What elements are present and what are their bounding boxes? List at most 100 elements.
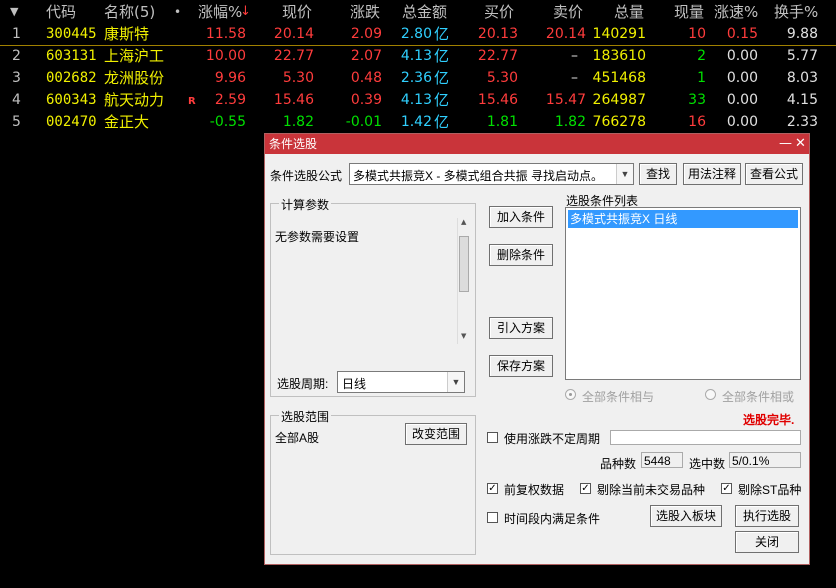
to-block-button[interactable]: 选股入板块 xyxy=(650,505,722,527)
price: 20.14 xyxy=(273,26,314,42)
exclude-st-checkbox[interactable]: ✓ xyxy=(721,483,732,494)
minimize-icon[interactable]: — xyxy=(779,134,792,154)
period-select[interactable]: 日线 ▼ xyxy=(337,371,465,393)
count-value-field: 5448 xyxy=(641,452,683,468)
cur-volume: 2 xyxy=(697,48,706,64)
change-range-button[interactable]: 改变范围 xyxy=(405,423,467,445)
change-pct: 10.00 xyxy=(205,48,246,64)
exclude-untraded-checkbox[interactable]: ✓ xyxy=(580,483,591,494)
col-name-header[interactable]: 名称(5) xyxy=(104,0,155,24)
dot-icon: • xyxy=(174,5,182,19)
delete-condition-button[interactable]: 删除条件 xyxy=(489,244,553,266)
dialog-titlebar[interactable]: 条件选股 — ✕ xyxy=(265,134,809,154)
turnover-rate: 5.77 xyxy=(786,48,818,64)
volume: 140291 xyxy=(592,26,646,42)
execute-button[interactable]: 执行选股 xyxy=(735,505,799,527)
uncertain-period-input[interactable] xyxy=(610,430,801,445)
col-cur-volume-header[interactable]: 现量 xyxy=(674,0,704,24)
col-amount-header[interactable]: 总金额 xyxy=(402,0,447,24)
table-row[interactable]: 1 300445 康斯特 11.58 20.14 2.09 2.80 亿 20.… xyxy=(0,23,836,46)
chevron-down-icon[interactable]: ▼ xyxy=(447,372,464,392)
table-row[interactable]: 4 600343 航天动力 R 2.59 15.46 0.39 4.13 亿 1… xyxy=(0,89,836,111)
view-formula-button[interactable]: 查看公式 xyxy=(745,163,803,185)
import-plan-button[interactable]: 引入方案 xyxy=(489,317,553,339)
sort-desc-icon: ↓ xyxy=(240,4,251,19)
change-pct: 9.96 xyxy=(214,70,246,86)
stock-code: 300445 xyxy=(46,26,97,42)
bid: 22.77 xyxy=(477,48,518,64)
col-bid-header[interactable]: 买价 xyxy=(484,0,514,24)
params-group-title: 计算参数 xyxy=(279,196,332,213)
row-index: 5 xyxy=(12,114,21,130)
cur-volume: 10 xyxy=(688,26,706,42)
time-range-checkbox[interactable] xyxy=(487,512,498,523)
scroll-down-icon[interactable]: ▼ xyxy=(461,332,466,340)
params-text: 无参数需要设置 xyxy=(275,230,360,244)
cur-volume: 1 xyxy=(697,70,706,86)
col-price-header[interactable]: 现价 xyxy=(282,0,312,24)
stock-code: 002682 xyxy=(46,70,97,86)
prev-adjust-checkbox[interactable]: ✓ xyxy=(487,483,498,494)
add-condition-button[interactable]: 加入条件 xyxy=(489,206,553,228)
cur-volume: 16 xyxy=(688,114,706,130)
ask: 15.47 xyxy=(545,92,586,108)
chevron-down-icon[interactable]: ▼ xyxy=(616,164,633,184)
stock-code: 002470 xyxy=(46,114,97,130)
table-row[interactable]: 3 002682 龙洲股份 9.96 5.30 0.48 2.36 亿 5.30… xyxy=(0,67,836,89)
turnover-rate: 2.33 xyxy=(786,114,818,130)
col-volume-header[interactable]: 总量 xyxy=(614,0,644,24)
usage-notes-button[interactable]: 用法注释 xyxy=(683,163,741,185)
amount: 4.13 xyxy=(400,92,432,108)
amount-unit: 亿 xyxy=(434,91,450,109)
amount-unit: 亿 xyxy=(434,69,450,87)
formula-label: 条件选股公式 xyxy=(270,169,343,183)
col-ask-header[interactable]: 卖价 xyxy=(553,0,583,24)
change: 0.48 xyxy=(350,70,382,86)
formula-select[interactable]: 多模式共振竞X - 多模式组合共振 寻找启动点。 ▼ xyxy=(349,163,634,185)
range-text: 全部A股 xyxy=(275,431,320,445)
col-change-pct-header[interactable]: 涨幅% xyxy=(198,0,242,24)
count-value: 5448 xyxy=(644,454,671,468)
bid: 1.81 xyxy=(486,114,518,130)
table-header: ▼ 代码 名称(5) • 涨幅% ↓ 现价 涨跌 总金额 买价 卖价 总量 现量… xyxy=(0,0,836,24)
scroll-up-icon[interactable]: ▲ xyxy=(461,218,466,226)
exclude-st-label: 剔除ST品种 xyxy=(738,483,802,497)
col-code-header[interactable]: 代码 xyxy=(46,0,76,24)
bid: 15.46 xyxy=(477,92,518,108)
save-plan-button[interactable]: 保存方案 xyxy=(489,355,553,377)
radio-all-or[interactable] xyxy=(705,389,716,400)
uncertain-period-checkbox[interactable] xyxy=(487,432,498,443)
table-row[interactable]: 5 002470 金正大 -0.55 1.82 -0.01 1.42 亿 1.8… xyxy=(0,111,836,133)
bid: 5.30 xyxy=(486,70,518,86)
close-icon[interactable]: ✕ xyxy=(795,134,806,154)
params-scrollbar[interactable]: ▲ ▼ xyxy=(457,218,471,344)
row-index: 3 xyxy=(12,70,21,86)
radio-all-and-label: 全部条件相与 xyxy=(582,390,655,404)
turnover-rate: 4.15 xyxy=(786,92,818,108)
scroll-thumb[interactable] xyxy=(459,236,469,292)
amount-unit: 亿 xyxy=(434,113,450,131)
stock-name: 龙洲股份 xyxy=(104,69,165,87)
change: -0.01 xyxy=(345,114,382,130)
sort-arrow-icon[interactable]: ▼ xyxy=(10,0,18,24)
list-item[interactable]: 多模式共振竞X 日线 xyxy=(568,210,798,228)
find-button[interactable]: 查找 xyxy=(639,163,677,185)
change: 2.09 xyxy=(350,26,382,42)
table-row[interactable]: 2 603131 上海沪工 10.00 22.77 2.07 4.13 亿 22… xyxy=(0,45,836,67)
col-turnover-rate-header[interactable]: 换手% xyxy=(774,0,818,24)
col-speed-header[interactable]: 涨速% xyxy=(714,0,758,24)
ask: – xyxy=(571,48,578,64)
stock-name: 金正大 xyxy=(104,113,150,131)
stock-code: 603131 xyxy=(46,48,97,64)
change: 0.39 xyxy=(350,92,382,108)
col-change-header[interactable]: 涨跌 xyxy=(350,0,380,24)
dialog-title: 条件选股 xyxy=(269,137,318,151)
exclude-untraded-label: 剔除当前未交易品种 xyxy=(597,483,706,497)
condition-list[interactable]: 多模式共振竞X 日线 xyxy=(565,207,801,380)
close-button[interactable]: 关闭 xyxy=(735,531,799,553)
radio-all-and[interactable] xyxy=(565,389,576,400)
stock-name: 航天动力 xyxy=(104,91,165,109)
row-index: 2 xyxy=(12,48,21,64)
radio-all-or-label: 全部条件相或 xyxy=(722,390,795,404)
price: 5.30 xyxy=(282,70,314,86)
